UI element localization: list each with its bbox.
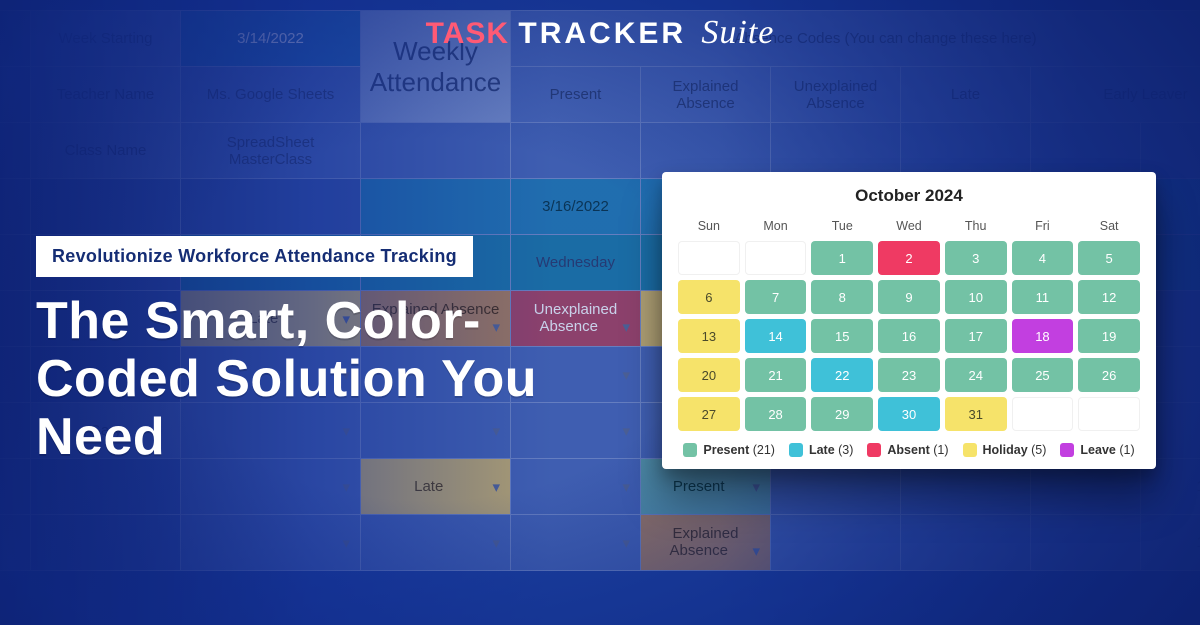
brand-logo: TASK TRACKER Suite bbox=[0, 14, 1200, 52]
calendar-cell-26: 26 bbox=[1078, 358, 1140, 392]
dow-tue: Tue bbox=[811, 216, 873, 236]
legend-label-absent: Absent (1) bbox=[887, 443, 948, 457]
calendar-cell-17: 17 bbox=[945, 319, 1007, 353]
dow-sat: Sat bbox=[1078, 216, 1140, 236]
dow-sun: Sun bbox=[678, 216, 740, 236]
legend-label-holiday: Holiday (5) bbox=[983, 443, 1047, 457]
calendar-cell-10: 10 bbox=[945, 280, 1007, 314]
dow-fri: Fri bbox=[1012, 216, 1074, 236]
calendar-cell-12: 12 bbox=[1078, 280, 1140, 314]
legend-label-late: Late (3) bbox=[809, 443, 853, 457]
calendar-cell-7: 7 bbox=[745, 280, 807, 314]
calendar-grid: 1234567891011121314151617181920212223242… bbox=[678, 241, 1140, 431]
cell-one-2: 1 bbox=[1141, 515, 1200, 571]
legend-swatch-late bbox=[789, 443, 803, 457]
calendar-cell-empty bbox=[745, 241, 807, 275]
calendar-legend: Present (21) Late (3) Absent (1) Holiday (5… bbox=[678, 443, 1140, 457]
calendar-cell-22: 22 bbox=[811, 358, 873, 392]
calendar-cell-empty bbox=[678, 241, 740, 275]
legend-label-present: Present (21) bbox=[703, 443, 775, 457]
calendar-cell-1: 1 bbox=[811, 241, 873, 275]
calendar-cell-14: 14 bbox=[745, 319, 807, 353]
calendar-cell-6: 6 bbox=[678, 280, 740, 314]
eyebrow-pill: Revolutionize Workforce Attendance Track… bbox=[36, 236, 473, 277]
calendar-cell-5: 5 bbox=[1078, 241, 1140, 275]
calendar-cell-25: 25 bbox=[1012, 358, 1074, 392]
calendar-cell-19: 19 bbox=[1078, 319, 1140, 353]
dow-wed: Wed bbox=[878, 216, 940, 236]
calendar-cell-13: 13 bbox=[678, 319, 740, 353]
legend-late: Late (3) bbox=[789, 443, 853, 457]
calendar-cell-2: 2 bbox=[878, 241, 940, 275]
calendar-cell-23: 23 bbox=[878, 358, 940, 392]
label-class: Class Name bbox=[31, 123, 181, 179]
code-early-leaver: Early Leaver bbox=[1031, 67, 1200, 123]
dow-thu: Thu bbox=[945, 216, 1007, 236]
dow-mon: Mon bbox=[745, 216, 807, 236]
calendar-cell-29: 29 bbox=[811, 397, 873, 431]
code-explained: Explained Absence bbox=[641, 67, 771, 123]
headline: The Smart, Color-Coded Solution You Need bbox=[36, 292, 640, 467]
logo-suite: Suite bbox=[701, 14, 774, 51]
calendar-cell-21: 21 bbox=[745, 358, 807, 392]
calendar-cell-24: 24 bbox=[945, 358, 1007, 392]
calendar-cell-3: 3 bbox=[945, 241, 1007, 275]
legend-leave: Leave (1) bbox=[1060, 443, 1134, 457]
calendar-title: October 2024 bbox=[678, 186, 1140, 206]
date-0: 3/16/2022 bbox=[511, 179, 641, 235]
calendar-cell-30: 30 bbox=[878, 397, 940, 431]
legend-label-leave: Leave (1) bbox=[1080, 443, 1134, 457]
cell-late-3: Late bbox=[361, 459, 511, 515]
promo-stage: Week Starting 3/14/2022 Weekly Attendanc… bbox=[0, 0, 1200, 625]
legend-swatch-absent bbox=[867, 443, 881, 457]
calendar-cell-16: 16 bbox=[878, 319, 940, 353]
code-late: Late bbox=[901, 67, 1031, 123]
cell-explained-2: Explained Absence bbox=[641, 515, 771, 571]
calendar-cell-empty bbox=[1078, 397, 1140, 431]
value-class: SpreadSheet MasterClass bbox=[181, 123, 361, 179]
logo-tracker: TRACKER bbox=[518, 17, 686, 50]
legend-swatch-leave bbox=[1060, 443, 1074, 457]
calendar-cell-18: 18 bbox=[1012, 319, 1074, 353]
calendar-cell-28: 28 bbox=[745, 397, 807, 431]
logo-task: TASK bbox=[426, 17, 509, 50]
legend-swatch-holiday bbox=[963, 443, 977, 457]
calendar-cell-empty bbox=[1012, 397, 1074, 431]
legend-swatch-present bbox=[683, 443, 697, 457]
legend-present: Present (21) bbox=[683, 443, 775, 457]
calendar-dow-row: SunMonTueWedThuFriSat bbox=[678, 216, 1140, 236]
calendar-cell-4: 4 bbox=[1012, 241, 1074, 275]
code-unexplained: Unexplained Absence bbox=[771, 67, 901, 123]
calendar-card: October 2024 SunMonTueWedThuFriSat 12345… bbox=[662, 172, 1156, 469]
code-present: Present bbox=[511, 67, 641, 123]
calendar-cell-20: 20 bbox=[678, 358, 740, 392]
calendar-cell-11: 11 bbox=[1012, 280, 1074, 314]
value-teacher: Ms. Google Sheets bbox=[181, 67, 361, 123]
day-wed: Wednesday bbox=[511, 235, 641, 291]
label-teacher: Teacher Name bbox=[31, 67, 181, 123]
calendar-cell-15: 15 bbox=[811, 319, 873, 353]
calendar-cell-8: 8 bbox=[811, 280, 873, 314]
calendar-cell-31: 31 bbox=[945, 397, 1007, 431]
legend-absent: Absent (1) bbox=[867, 443, 948, 457]
calendar-cell-27: 27 bbox=[678, 397, 740, 431]
calendar-cell-9: 9 bbox=[878, 280, 940, 314]
legend-holiday: Holiday (5) bbox=[963, 443, 1047, 457]
